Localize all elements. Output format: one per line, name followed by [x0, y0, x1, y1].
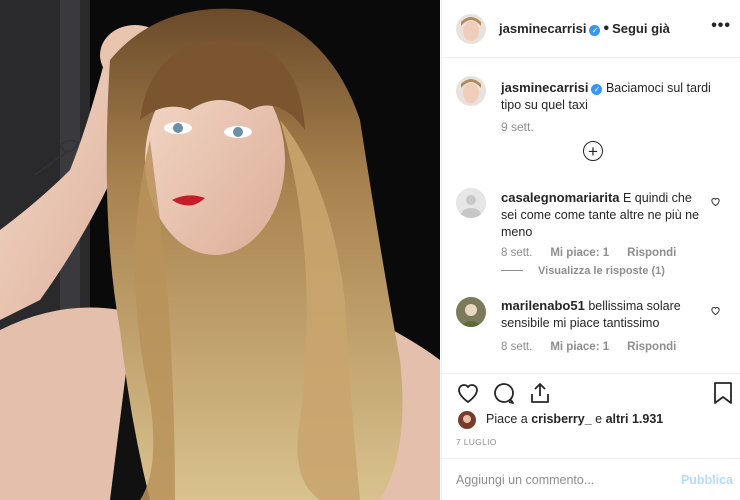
replies-divider — [501, 270, 523, 271]
comment-2: marilenabo51 bellissima solare sensibile… — [501, 297, 711, 332]
comment-likes-count[interactable]: Mi piace: 1 — [550, 341, 609, 353]
comment-meta: 8 sett. Mi piace: 1 Rispondi — [501, 247, 676, 259]
caption-author-avatar[interactable] — [456, 76, 486, 106]
comment-input-divider — [442, 458, 740, 459]
verified-badge-icon: ✓ — [589, 25, 601, 36]
likes-joiner: e — [595, 412, 603, 426]
commenter-avatar[interactable] — [456, 188, 486, 218]
save-bookmark-icon[interactable] — [712, 381, 734, 405]
publish-button[interactable]: Pubblica — [681, 473, 733, 487]
comment-likes-count[interactable]: Mi piace: 1 — [550, 247, 609, 259]
load-more-comments-icon[interactable]: + — [583, 141, 603, 161]
reply-button[interactable]: Rispondi — [627, 341, 676, 353]
add-comment-input[interactable]: Aggiungi un commento... — [456, 473, 594, 487]
actions-divider — [442, 373, 740, 374]
ellipsis-icon[interactable]: ••• — [711, 17, 731, 35]
like-heart-icon[interactable] — [456, 381, 480, 405]
liker-username[interactable]: crisberry_ — [531, 412, 591, 426]
follow-button[interactable]: Segui già — [612, 21, 670, 36]
comment-time[interactable]: 8 sett. — [501, 247, 532, 259]
reply-button[interactable]: Rispondi — [627, 247, 676, 259]
instagram-post: jasminecarrisi ✓ • Segui già ••• jasminecar… — [0, 0, 740, 500]
caption-username[interactable]: jasminecarrisi — [501, 80, 588, 95]
author-username[interactable]: jasminecarrisi — [499, 21, 586, 36]
likes-prefix: Piace a — [486, 412, 528, 426]
liker-avatar[interactable] — [458, 411, 476, 429]
comment-meta: 8 sett. Mi piace: 1 Rispondi — [501, 341, 676, 353]
commenter-avatar[interactable] — [456, 297, 486, 327]
comment-username[interactable]: marilenabo51 — [501, 298, 585, 313]
separator-dot: • — [603, 20, 610, 37]
likes-others-link[interactable]: altri 1.931 — [606, 412, 664, 426]
share-icon[interactable] — [528, 381, 552, 405]
author-avatar[interactable] — [456, 14, 486, 44]
comment-like-heart-icon[interactable] — [710, 305, 721, 316]
comment-bubble-icon[interactable] — [492, 381, 516, 405]
caption-text: jasminecarrisi ✓ Baciamoci sul tardi tipo… — [501, 79, 721, 114]
header-user-line: jasminecarrisi ✓ • Segui già — [499, 20, 670, 38]
post-header: jasminecarrisi ✓ • Segui già ••• — [442, 0, 740, 58]
comment-1: casalegnomariarita E quindi che sei come… — [501, 189, 711, 241]
post-side-panel: jasminecarrisi ✓ • Segui già ••• jasminecar… — [441, 0, 740, 500]
post-photo[interactable] — [0, 0, 440, 500]
post-date[interactable]: 7 LUGLIO — [456, 437, 497, 447]
comment-username[interactable]: casalegnomariarita — [501, 190, 620, 205]
view-replies-button[interactable]: Visualizza le risposte (1) — [538, 265, 665, 277]
caption-timestamp[interactable]: 9 sett. — [501, 120, 534, 134]
portrait-image — [0, 0, 440, 500]
comment-time[interactable]: 8 sett. — [501, 341, 532, 353]
likes-summary: Piace a crisberry_ e altri 1.931 — [486, 412, 663, 426]
verified-badge-icon: ✓ — [591, 84, 603, 95]
comment-like-heart-icon[interactable] — [710, 196, 721, 207]
